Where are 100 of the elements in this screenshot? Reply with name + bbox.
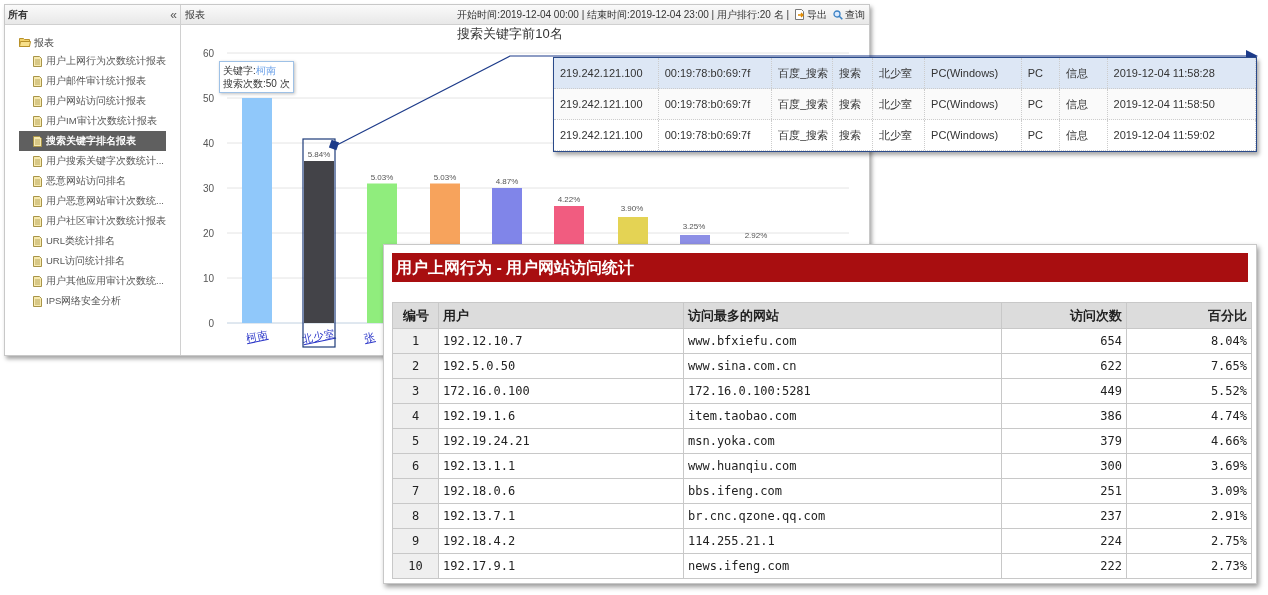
table-cell: 10 bbox=[393, 554, 439, 579]
table-cell: 192.13.7.1 bbox=[439, 504, 684, 529]
table-cell: 百度_搜索 bbox=[772, 120, 834, 150]
table-cell: www.huanqiu.com bbox=[684, 454, 1002, 479]
table-cell: 2019-12-04 11:58:50 bbox=[1107, 89, 1256, 119]
table-cell: 00:19:78:b0:69:7f bbox=[658, 89, 773, 119]
y-axis-label: 10 bbox=[202, 273, 214, 284]
table-cell: 7 bbox=[393, 479, 439, 504]
tree-item-label: 用户邮件审计统计报表 bbox=[46, 73, 146, 88]
table-cell: 2019-12-04 11:59:02 bbox=[1107, 120, 1256, 150]
table-cell: 192.13.1.1 bbox=[439, 454, 684, 479]
y-axis-label: 40 bbox=[202, 138, 214, 149]
tree-item-label: 用户IM审计次数统计报表 bbox=[46, 113, 157, 128]
table-cell: 192.18.4.2 bbox=[439, 529, 684, 554]
y-axis-label: 60 bbox=[202, 48, 214, 59]
table-cell: 192.19.24.21 bbox=[439, 429, 684, 454]
tree-item-label: 用户其他应用审计次数统... bbox=[46, 273, 164, 288]
bar-value-label: 5.84% bbox=[307, 150, 331, 159]
table-cell: 北少室 bbox=[873, 89, 926, 119]
table-cell: PC bbox=[1021, 58, 1060, 88]
panel-title: 报表 bbox=[185, 8, 206, 22]
table-cell: 222 bbox=[1002, 554, 1127, 579]
table-cell: 信息 bbox=[1059, 58, 1108, 88]
tooltip-keyword: 柯南 bbox=[255, 64, 276, 77]
table-cell: 224 bbox=[1002, 529, 1127, 554]
table-cell: 300 bbox=[1002, 454, 1127, 479]
sidebar-title: 所有 bbox=[8, 8, 28, 22]
table-cell: 搜索 bbox=[833, 89, 874, 119]
tree-item-label: 用户恶意网站审计次数统... bbox=[46, 193, 164, 208]
table-cell: 219.242.121.100 bbox=[554, 89, 659, 119]
table-cell: 172.16.0.100:5281 bbox=[684, 379, 1002, 404]
table-cell: 9 bbox=[393, 529, 439, 554]
table-cell: 2019-12-04 11:58:28 bbox=[1107, 58, 1256, 88]
table-cell: 7.65% bbox=[1127, 354, 1252, 379]
table-cell: 北少室 bbox=[873, 58, 926, 88]
table-cell: 251 bbox=[1002, 479, 1127, 504]
table-cell: item.taobao.com bbox=[684, 404, 1002, 429]
tree-item-label: 恶意网站访问排名 bbox=[46, 173, 126, 188]
tree-item-label: URL类统计排名 bbox=[46, 233, 115, 248]
table-cell: 4.74% bbox=[1127, 404, 1252, 429]
y-axis-label: 20 bbox=[202, 228, 214, 239]
table-cell: 114.255.21.1 bbox=[684, 529, 1002, 554]
tree-item-label: 搜索关键字排名报表 bbox=[46, 133, 136, 148]
table-cell: 3.69% bbox=[1127, 454, 1252, 479]
bar-value-label: 4.22% bbox=[557, 195, 581, 204]
bar-value-label: 4.87% bbox=[495, 177, 519, 186]
column-header: 编号 bbox=[393, 303, 439, 329]
table-cell: 2 bbox=[393, 354, 439, 379]
table-cell: 5 bbox=[393, 429, 439, 454]
column-header: 用户 bbox=[439, 303, 684, 329]
table-cell: www.sina.com.cn bbox=[684, 354, 1002, 379]
table-cell: 5.52% bbox=[1127, 379, 1252, 404]
table-cell: 百度_搜索 bbox=[772, 89, 834, 119]
table-cell: 8.04% bbox=[1127, 329, 1252, 354]
table-cell: 379 bbox=[1002, 429, 1127, 454]
table-cell: 信息 bbox=[1059, 89, 1108, 119]
table-cell: 622 bbox=[1002, 354, 1127, 379]
table-cell: 3 bbox=[393, 379, 439, 404]
tree-item-label: IPS网络安全分析 bbox=[46, 293, 122, 308]
bar-value-label: 3.90% bbox=[620, 204, 644, 213]
table-cell: 北少室 bbox=[873, 120, 926, 150]
table-cell: news.ifeng.com bbox=[684, 554, 1002, 579]
table-cell: 219.242.121.100 bbox=[554, 58, 659, 88]
chart-title: 搜索关键字前10名 bbox=[456, 25, 564, 43]
table-cell: 386 bbox=[1002, 404, 1127, 429]
table-cell: 2.91% bbox=[1127, 504, 1252, 529]
table-cell: 3.09% bbox=[1127, 479, 1252, 504]
column-header: 访问次数 bbox=[1002, 303, 1127, 329]
table-cell: PC(Windows) bbox=[925, 89, 1022, 119]
y-axis-label: 30 bbox=[202, 183, 214, 194]
table-cell: PC bbox=[1021, 120, 1060, 150]
table-cell: 8 bbox=[393, 504, 439, 529]
table-cell: br.cnc.qzone.qq.com bbox=[684, 504, 1002, 529]
column-header: 百分比 bbox=[1127, 303, 1252, 329]
table-cell: bbs.ifeng.com bbox=[684, 479, 1002, 504]
tooltip-count: 搜索次数:50 次 bbox=[223, 77, 290, 90]
table-cell: 搜索 bbox=[833, 120, 874, 150]
table-cell: 4 bbox=[393, 404, 439, 429]
table-cell: 237 bbox=[1002, 504, 1127, 529]
table-cell: 1 bbox=[393, 329, 439, 354]
table-cell: 6 bbox=[393, 454, 439, 479]
table-cell: 搜索 bbox=[833, 58, 874, 88]
tree-item-label: 用户社区审计次数统计报表 bbox=[46, 213, 166, 228]
table-cell: 192.17.9.1 bbox=[439, 554, 684, 579]
bar-value-label: 5.03% bbox=[370, 172, 394, 182]
table-cell: 00:19:78:b0:69:7f bbox=[658, 120, 773, 150]
table-cell: 172.16.0.100 bbox=[439, 379, 684, 404]
table-cell: PC(Windows) bbox=[925, 58, 1022, 88]
y-axis-label: 0 bbox=[208, 318, 214, 329]
table-cell: 449 bbox=[1002, 379, 1127, 404]
table-cell: 192.5.0.50 bbox=[439, 354, 684, 379]
table-cell: 4.66% bbox=[1127, 429, 1252, 454]
table-cell: 192.18.0.6 bbox=[439, 479, 684, 504]
tree-item-label: 用户网站访问统计报表 bbox=[46, 93, 146, 108]
table-cell: 192.12.10.7 bbox=[439, 329, 684, 354]
bar-value-label: 2.92% bbox=[744, 231, 768, 240]
column-header: 访问最多的网站 bbox=[684, 303, 1002, 329]
table-cell: 信息 bbox=[1059, 120, 1108, 150]
table-cell: 219.242.121.100 bbox=[554, 120, 659, 150]
report-title: 用户上网行为 - 用户网站访问统计 bbox=[392, 253, 1248, 282]
